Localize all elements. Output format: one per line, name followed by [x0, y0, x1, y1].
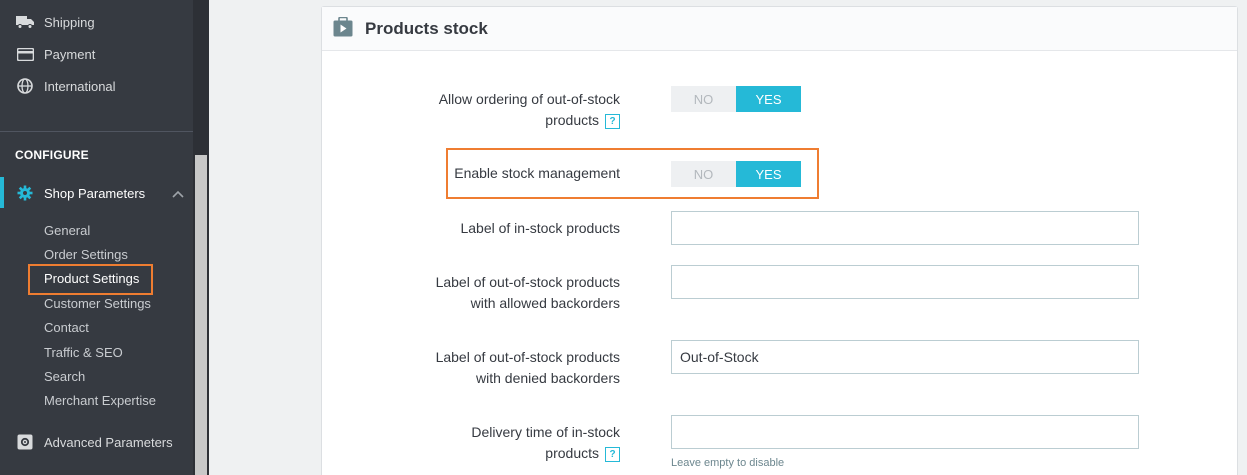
- sidebar-divider: [0, 131, 193, 132]
- sidebar-subitem-order-settings[interactable]: Order Settings: [44, 247, 128, 262]
- sidebar-item-label: Shop Parameters: [44, 185, 146, 201]
- sidebar-subitem-merchant-expertise[interactable]: Merchant Expertise: [44, 393, 156, 408]
- sidebar-scrollbar-thumb[interactable]: [195, 155, 207, 475]
- sidebar-item-payment[interactable]: Payment: [0, 38, 193, 70]
- help-icon[interactable]: ?: [605, 114, 620, 129]
- truck-icon: [16, 13, 34, 31]
- cog-box-icon: [16, 433, 34, 451]
- in-stock-label: Label of in-stock products: [460, 220, 620, 236]
- sidebar-subitem-search[interactable]: Search: [44, 369, 85, 384]
- sidebar-item-label: Payment: [44, 46, 96, 62]
- sidebar-item-label: Shipping: [44, 14, 95, 30]
- products-stock-panel: Products stock Allow ordering of out-of-…: [321, 6, 1238, 475]
- in-stock-label-input[interactable]: [671, 211, 1139, 245]
- sidebar-section-title: CONFIGURE: [15, 148, 89, 162]
- allowed-backorders-input[interactable]: [671, 265, 1139, 299]
- denied-backorders-input[interactable]: [671, 340, 1139, 374]
- delivery-time-label: Delivery time of in-stock products?: [471, 424, 620, 462]
- sidebar-subitem-general[interactable]: General: [44, 223, 90, 238]
- highlight-box: [446, 148, 819, 199]
- panel-title: Products stock: [365, 19, 488, 38]
- allowed-backorders-label: Label of out-of-stock products with allo…: [435, 274, 620, 311]
- sidebar: Shipping Payment International CONFIGURE…: [0, 0, 193, 475]
- allow-ordering-switch[interactable]: NO YES: [671, 86, 801, 112]
- sidebar-subitem-contact[interactable]: Contact: [44, 320, 89, 335]
- denied-backorders-label: Label of out-of-stock products with deni…: [435, 349, 620, 386]
- sidebar-item-international[interactable]: International: [0, 70, 193, 102]
- help-icon[interactable]: ?: [605, 447, 620, 462]
- panel-header: Products stock: [322, 7, 1237, 51]
- sidebar-subitem-customer-settings[interactable]: Customer Settings: [44, 296, 151, 311]
- stock-box-icon: [333, 16, 353, 37]
- allow-ordering-yes[interactable]: YES: [736, 86, 801, 112]
- delivery-time-hint: Leave empty to disable: [671, 457, 785, 469]
- sidebar-subitem-traffic-seo[interactable]: Traffic & SEO: [44, 345, 123, 360]
- sidebar-item-label: International: [44, 78, 116, 94]
- allow-ordering-label: Allow ordering of out-of-stock products?: [438, 91, 620, 129]
- credit-card-icon: [16, 45, 34, 63]
- sidebar-item-label: Advanced Parameters: [44, 434, 173, 450]
- highlight-box: [28, 264, 153, 295]
- sidebar-item-shop-parameters[interactable]: Shop Parameters: [0, 177, 193, 209]
- allow-ordering-no[interactable]: NO: [671, 86, 736, 112]
- sidebar-item-advanced-parameters[interactable]: Advanced Parameters: [0, 426, 193, 458]
- globe-icon: [16, 77, 34, 95]
- delivery-time-input[interactable]: [671, 415, 1139, 449]
- gear-icon: [16, 184, 34, 202]
- sidebar-item-shipping[interactable]: Shipping: [0, 6, 193, 38]
- chevron-up-icon[interactable]: [172, 186, 184, 201]
